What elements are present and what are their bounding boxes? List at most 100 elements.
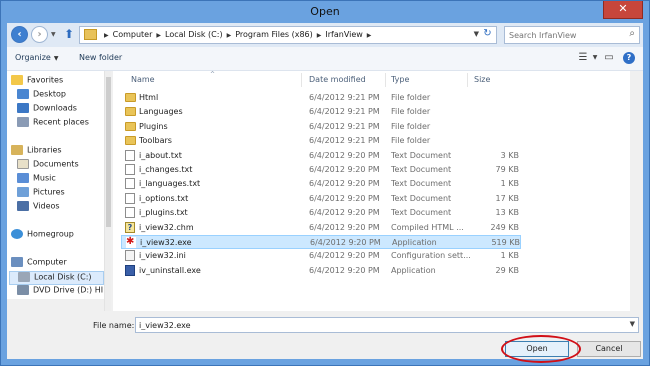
breadcrumb-chevron-icon[interactable]: ▶ <box>227 32 232 39</box>
file-row[interactable]: i_options.txt 6/4/2012 9:20 PM Text Docume… <box>121 192 521 206</box>
address-bar[interactable]: ▶ Computer ▶ Local Disk (C:) ▶ Program Files … <box>79 26 497 44</box>
file-date: 6/4/2012 9:20 PM <box>309 265 380 275</box>
file-date: 6/4/2012 9:20 PM <box>309 208 380 218</box>
nav-item-desktop[interactable]: Desktop <box>17 89 110 103</box>
file-row[interactable]: Toolbars 6/4/2012 9:21 PM File folder <box>121 134 521 148</box>
nav-item-documents[interactable]: Documents <box>17 159 110 173</box>
file-name: i_view32.ini <box>139 251 186 261</box>
file-row[interactable]: Languages 6/4/2012 9:21 PM File folder <box>121 105 521 119</box>
nav-libraries-label: Libraries <box>27 145 62 155</box>
column-header-type[interactable]: Type <box>391 75 409 84</box>
nav-libraries[interactable]: Libraries <box>11 145 107 159</box>
file-type: File folder <box>391 107 431 117</box>
recent-locations-chevron-icon[interactable]: ▼ <box>51 31 59 39</box>
breadcrumb-chevron-icon[interactable]: ▶ <box>104 32 109 39</box>
new-folder-button[interactable]: New folder <box>79 53 122 62</box>
nav-homegroup[interactable]: Homegroup <box>11 229 107 243</box>
file-name: i_options.txt <box>139 193 189 203</box>
file-size: 519 KB <box>491 238 520 247</box>
file-type: File folder <box>391 93 431 102</box>
file-name: i_view32.chm <box>139 222 194 232</box>
file-row[interactable]: i_plugins.txt 6/4/2012 9:20 PM Text Docume… <box>121 206 521 220</box>
filename-field[interactable]: ▼ <box>135 317 639 333</box>
file-row[interactable]: i_languages.txt 6/4/2012 9:20 PM Text Docu… <box>121 177 521 191</box>
nav-item-pictures[interactable]: Pictures <box>17 187 110 201</box>
nav-item-label: Recent places <box>33 117 89 127</box>
organize-button[interactable]: Organize ▼ <box>15 53 58 62</box>
breadcrumb: ▶ Computer ▶ Local Disk (C:) ▶ Program Files … <box>100 30 375 39</box>
file-date: 6/4/2012 9:20 PM <box>309 251 380 261</box>
nav-item-recent-places[interactable]: Recent places <box>17 117 110 131</box>
file-row[interactable]: i_about.txt 6/4/2012 9:20 PM Text Document… <box>121 149 521 163</box>
address-history-chevron-icon[interactable]: ▼ <box>474 30 479 38</box>
file-name: Languages <box>139 107 183 117</box>
file-date: 6/4/2012 9:20 PM <box>310 238 381 247</box>
breadcrumb-item-local-disk[interactable]: Local Disk (C:) <box>165 30 223 39</box>
recent-places-icon <box>17 117 29 127</box>
column-divider[interactable] <box>467 73 468 87</box>
nav-computer[interactable]: Computer <box>11 257 107 271</box>
nav-homegroup-label: Homegroup <box>27 229 74 239</box>
chevron-down-icon[interactable]: ▼ <box>589 52 601 64</box>
view-options-icon[interactable]: ☰ <box>577 52 589 64</box>
chevron-down-icon[interactable]: ▼ <box>630 320 635 328</box>
search-input[interactable] <box>509 28 619 42</box>
breadcrumb-chevron-icon[interactable]: ▶ <box>317 32 322 39</box>
breadcrumb-chevron-icon[interactable]: ▶ <box>156 32 161 39</box>
open-button[interactable]: Open <box>505 341 569 357</box>
scroll-thumb[interactable] <box>106 77 111 227</box>
column-divider[interactable] <box>301 73 302 87</box>
nav-item-label: Videos <box>33 201 60 211</box>
search-box[interactable]: ⌕ <box>504 26 640 44</box>
column-header-size[interactable]: Size <box>474 75 490 84</box>
file-type: Compiled HTML ... <box>391 222 464 232</box>
file-row[interactable]: Html 6/4/2012 9:21 PM File folder <box>121 91 521 105</box>
cancel-button[interactable]: Cancel <box>577 341 641 357</box>
file-row[interactable]: ✱ i_view32.exe 6/4/2012 9:20 PM Application… <box>121 235 521 249</box>
nav-vertical-scrollbar[interactable] <box>104 71 111 311</box>
up-arrow-icon[interactable]: ⬆ <box>62 28 76 42</box>
breadcrumb-chevron-icon[interactable]: ▶ <box>367 32 372 39</box>
libraries-icon <box>11 145 23 155</box>
refresh-icon[interactable]: ↻ <box>481 28 494 42</box>
nav-horizontal-scrollbar[interactable] <box>7 299 110 311</box>
file-type: File folder <box>391 136 431 146</box>
file-row[interactable]: iv_uninstall.exe 6/4/2012 9:20 PM Applicat… <box>121 264 521 278</box>
file-name: i_changes.txt <box>139 165 193 174</box>
breadcrumb-item-irfanview[interactable]: IrfanView <box>325 30 362 39</box>
help-icon[interactable]: ? <box>623 52 635 64</box>
nav-item-local-disk[interactable]: Local Disk (C:) <box>9 271 104 285</box>
file-row[interactable]: i_changes.txt 6/4/2012 9:20 PM Text Docume… <box>121 163 521 177</box>
nav-item-label: Downloads <box>33 103 77 113</box>
nav-favorites[interactable]: Favorites <box>11 75 107 89</box>
file-row[interactable]: Plugins 6/4/2012 9:21 PM File folder <box>121 120 521 134</box>
back-button[interactable]: ‹ <box>11 26 28 43</box>
file-row[interactable]: i_view32.ini 6/4/2012 9:20 PM Configuratio… <box>121 249 521 263</box>
forward-button[interactable]: › <box>31 26 48 43</box>
breadcrumb-item-program-files[interactable]: Program Files (x86) <box>235 30 313 39</box>
close-button[interactable]: ✕ <box>603 1 643 19</box>
preview-pane-icon[interactable]: ▭ <box>603 52 615 64</box>
nav-item-dvd-drive[interactable]: DVD Drive (D:) HI <box>17 285 110 299</box>
file-size: 29 KB <box>495 265 519 275</box>
nav-item-downloads[interactable]: Downloads <box>17 103 110 117</box>
filename-label: File name: <box>93 321 135 330</box>
irfanview-app-icon: ✱ <box>126 236 136 248</box>
search-icon[interactable]: ⌕ <box>629 28 635 39</box>
file-row[interactable]: ? i_view32.chm 6/4/2012 9:20 PM Compiled HT… <box>121 221 521 235</box>
text-file-icon <box>125 178 135 190</box>
file-vertical-scrollbar[interactable] <box>630 71 643 311</box>
text-file-icon <box>125 149 135 161</box>
filename-input[interactable] <box>139 319 619 331</box>
nav-item-videos[interactable]: Videos <box>17 201 110 215</box>
column-divider[interactable] <box>385 73 386 87</box>
nav-item-music[interactable]: Music <box>17 173 110 187</box>
column-header-name[interactable]: Name <box>131 75 155 84</box>
title-bar[interactable]: Open ✕ <box>1 1 649 23</box>
nav-item-label: Local Disk (C:) <box>34 272 92 282</box>
breadcrumb-item-computer[interactable]: Computer <box>113 30 153 39</box>
column-header-date[interactable]: Date modified <box>309 75 366 84</box>
file-name: i_languages.txt <box>139 179 201 189</box>
dialog-client: ‹ › ▼ ⬆ ▶ Computer ▶ Local Disk (C:) ▶ Progra… <box>7 23 643 363</box>
file-date: 6/4/2012 9:21 PM <box>309 107 380 117</box>
